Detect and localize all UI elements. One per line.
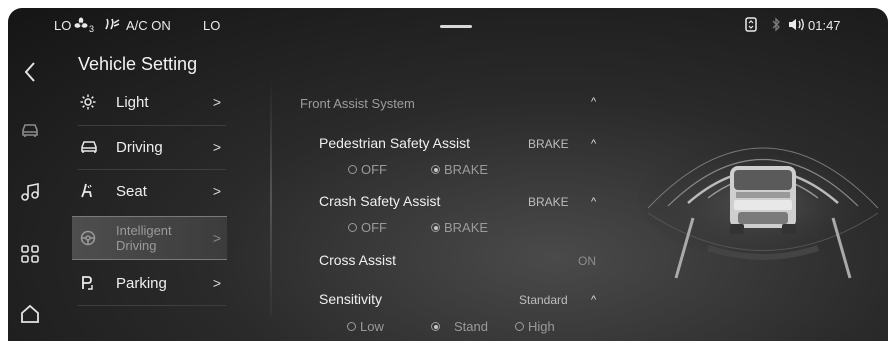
- crash-safety-assist-value: BRAKE: [528, 195, 569, 209]
- menu-item-label: Seat: [116, 182, 147, 200]
- chevron-up-icon[interactable]: ^: [591, 294, 596, 306]
- status-bar: LO 3 A/C ON LO 01:47: [8, 8, 888, 44]
- cross-assist-value[interactable]: ON: [578, 254, 596, 268]
- page-title: Vehicle Setting: [78, 54, 198, 74]
- menu-item-driving[interactable]: Driving >: [72, 128, 227, 166]
- menu-item-label: Light: [116, 93, 149, 111]
- fan-level: 3: [89, 24, 95, 34]
- chevron-right-icon: >: [212, 94, 221, 110]
- left-temperature[interactable]: LO: [54, 18, 71, 33]
- menu-item-seat[interactable]: Seat >: [72, 172, 227, 210]
- sensitivity-option-high[interactable]: High: [515, 319, 555, 334]
- option-label: Low: [360, 319, 384, 334]
- chevron-right-icon: >: [212, 275, 221, 291]
- sun-icon: [80, 94, 102, 110]
- sensitivity-value: Standard: [519, 293, 568, 307]
- menu-item-label-line1: Intelligent: [116, 223, 172, 238]
- menu-item-label: Intelligent Driving: [116, 223, 172, 253]
- cross-assist-label[interactable]: Cross Assist: [319, 252, 396, 268]
- steering-wheel-icon: [80, 230, 102, 246]
- chevron-right-icon: >: [212, 139, 221, 155]
- option-label: OFF: [361, 220, 387, 235]
- home-icon[interactable]: [16, 300, 44, 328]
- vehicle-assist-graphic: [638, 118, 888, 288]
- menu-item-label-line2: Driving: [116, 238, 157, 253]
- radio-button[interactable]: [347, 322, 356, 331]
- defrost-icon[interactable]: [104, 17, 120, 34]
- vehicle-settings-screen: LO 3 A/C ON LO 01:47 Vehicle Setting Lig…: [8, 8, 888, 341]
- menu-item-intelligent-driving[interactable]: Intelligent Driving >: [72, 216, 227, 260]
- menu-divider: [78, 125, 226, 126]
- crash-safety-assist-label[interactable]: Crash Safety Assist: [319, 193, 440, 209]
- pedestrian-safety-assist-label[interactable]: Pedestrian Safety Assist: [319, 135, 470, 151]
- apps-grid-icon[interactable]: [16, 240, 44, 268]
- right-temperature[interactable]: LO: [203, 18, 220, 33]
- chevron-right-icon: >: [212, 183, 221, 199]
- option-label: BRAKE: [444, 162, 489, 177]
- bluetooth-icon: [771, 17, 781, 35]
- menu-divider: [78, 305, 226, 306]
- radio-button[interactable]: [348, 223, 357, 232]
- volume-icon[interactable]: [788, 17, 806, 35]
- chevron-up-icon[interactable]: ^: [591, 96, 596, 108]
- radio-button-selected[interactable]: [431, 322, 440, 331]
- parking-icon: [80, 275, 102, 291]
- option-label: High: [528, 319, 555, 334]
- phone-link-icon: [744, 17, 758, 35]
- crash-option-off[interactable]: OFF: [348, 220, 387, 235]
- music-icon[interactable]: [16, 178, 44, 206]
- panel-separator: [270, 76, 272, 316]
- ac-status[interactable]: A/C ON: [126, 18, 171, 33]
- menu-item-label: Driving: [116, 138, 163, 156]
- radio-button-selected[interactable]: [431, 165, 440, 174]
- clock: 01:47: [808, 18, 841, 33]
- car-outline-icon: [80, 140, 102, 154]
- car-icon[interactable]: [16, 116, 44, 144]
- radio-button-selected[interactable]: [431, 223, 440, 232]
- drag-handle[interactable]: [440, 25, 472, 28]
- sensitivity-option-stand[interactable]: Stand: [431, 319, 488, 334]
- radio-button[interactable]: [348, 165, 357, 174]
- section-title[interactable]: Front Assist System: [300, 96, 415, 111]
- menu-item-label: Parking: [116, 274, 167, 292]
- seat-icon: [80, 183, 102, 199]
- pedestrian-safety-assist-value: BRAKE: [528, 137, 569, 151]
- crash-option-brake[interactable]: BRAKE: [431, 220, 488, 235]
- option-label: Stand: [454, 319, 488, 334]
- chevron-up-icon[interactable]: ^: [591, 138, 596, 150]
- sensitivity-option-low[interactable]: Low: [347, 319, 384, 334]
- option-label: OFF: [361, 162, 387, 177]
- radio-button[interactable]: [515, 322, 524, 331]
- pedestrian-option-off[interactable]: OFF: [348, 162, 387, 177]
- option-label: BRAKE: [444, 220, 489, 235]
- chevron-up-icon[interactable]: ^: [591, 196, 596, 208]
- pedestrian-option-brake[interactable]: BRAKE: [431, 162, 488, 177]
- back-arrow-icon[interactable]: [16, 58, 44, 86]
- menu-item-light[interactable]: Light >: [72, 83, 227, 121]
- fan-icon[interactable]: [74, 17, 88, 34]
- chevron-right-icon: >: [212, 230, 221, 246]
- sensitivity-label[interactable]: Sensitivity: [319, 291, 382, 307]
- menu-divider: [78, 169, 226, 170]
- menu-item-parking[interactable]: Parking >: [72, 264, 227, 302]
